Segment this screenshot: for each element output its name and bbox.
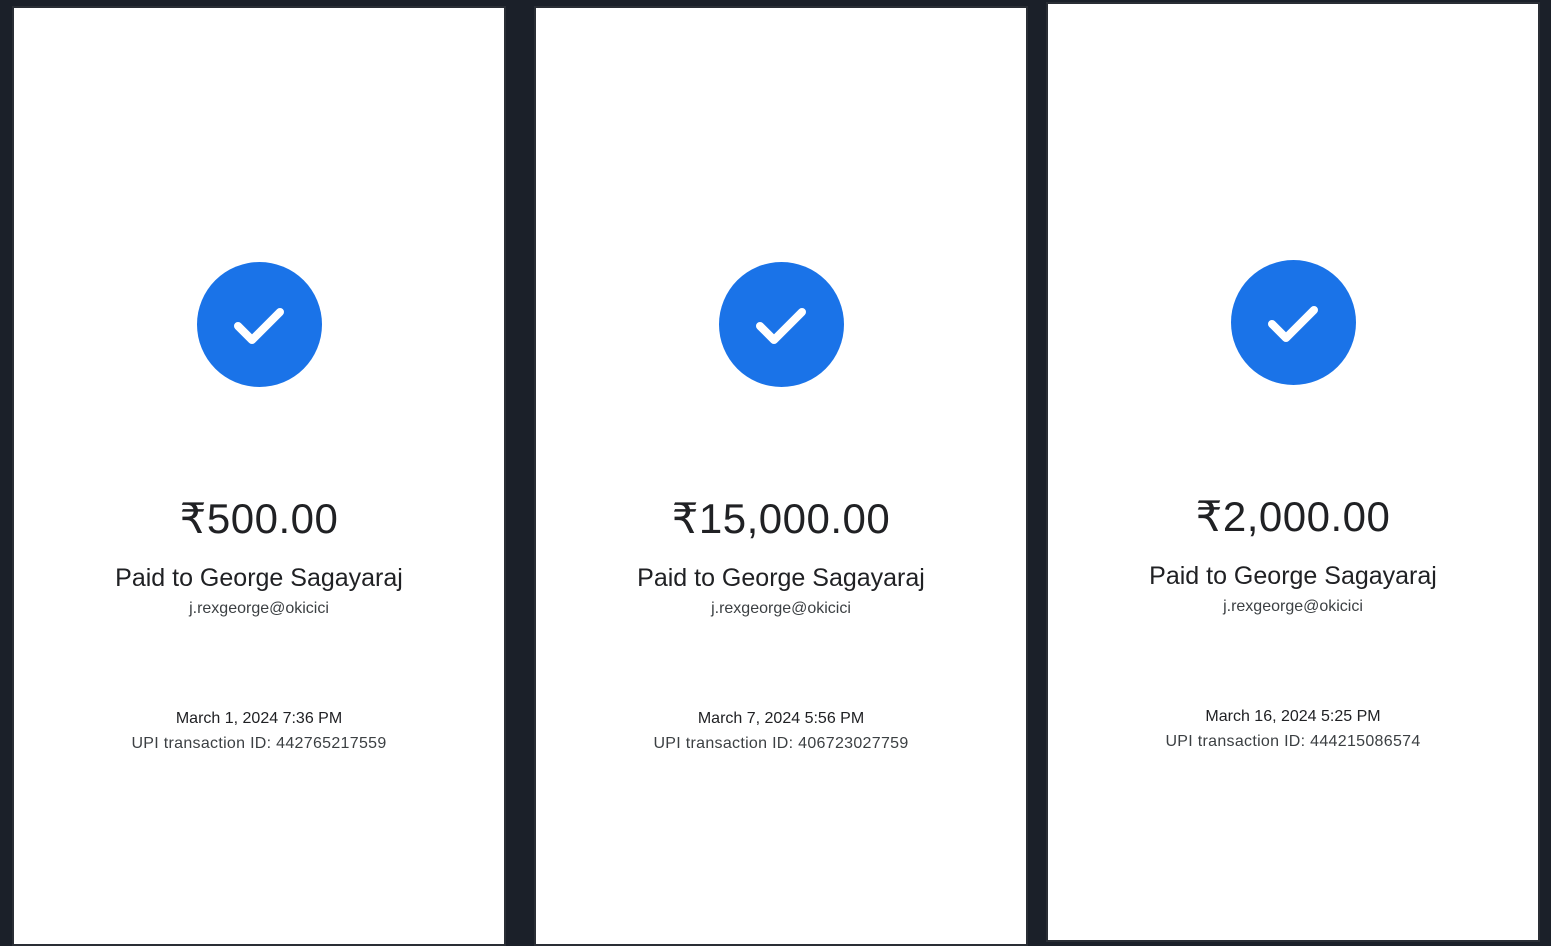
payee-upi-id: j.rexgeorge@okicici	[189, 600, 329, 617]
payment-amount: ₹2,000.00	[1195, 493, 1391, 540]
check-circle-icon	[1230, 260, 1356, 385]
payment-receipt-1: ₹500.00 Paid to George Sagayaraj j.rexge…	[12, 6, 506, 946]
upi-transaction-id: UPI transaction ID: 442765217559	[131, 735, 387, 752]
payment-datetime: March 7, 2024 5:56 PM	[697, 710, 865, 727]
check-circle-icon	[718, 262, 844, 387]
payment-datetime: March 16, 2024 5:25 PM	[1205, 708, 1381, 725]
payment-amount: ₹500.00	[179, 495, 339, 542]
check-circle-icon	[196, 262, 322, 387]
payee-name: Paid to George Sagayaraj	[637, 564, 925, 592]
payee-upi-id: j.rexgeorge@okicici	[711, 600, 851, 617]
upi-transaction-id: UPI transaction ID: 406723027759	[653, 735, 909, 752]
payment-datetime: March 1, 2024 7:36 PM	[175, 710, 343, 727]
payee-name: Paid to George Sagayaraj	[1149, 562, 1437, 590]
payee-upi-id: j.rexgeorge@okicici	[1223, 598, 1363, 615]
payee-name: Paid to George Sagayaraj	[115, 564, 403, 592]
payment-receipt-3: ₹2,000.00 Paid to George Sagayaraj j.rex…	[1046, 2, 1540, 942]
payment-amount: ₹15,000.00	[671, 495, 891, 542]
payment-receipt-2: ₹15,000.00 Paid to George Sagayaraj j.re…	[534, 6, 1028, 946]
upi-transaction-id: UPI transaction ID: 444215086574	[1165, 733, 1421, 750]
